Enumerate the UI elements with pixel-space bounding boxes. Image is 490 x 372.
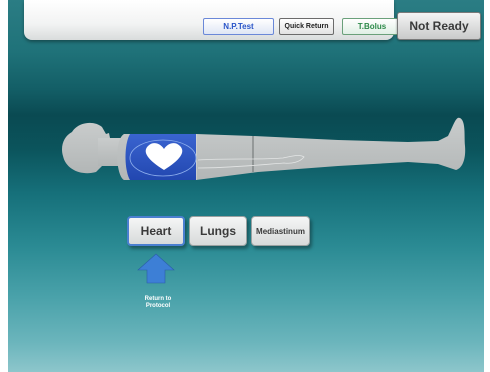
return-arrow-icon[interactable] [137, 253, 175, 284]
scanner-screen: N.P.Test Quick Return T.Bolus Not Ready [8, 0, 484, 372]
patient-body-diagram [62, 117, 466, 284]
return-to-protocol-label[interactable]: Return to Protocol [126, 296, 190, 310]
mediastinum-button[interactable]: Mediastinum [251, 216, 310, 246]
body-silhouette [62, 117, 466, 180]
heart-button[interactable]: Heart [127, 216, 185, 246]
lungs-button[interactable]: Lungs [189, 216, 247, 246]
